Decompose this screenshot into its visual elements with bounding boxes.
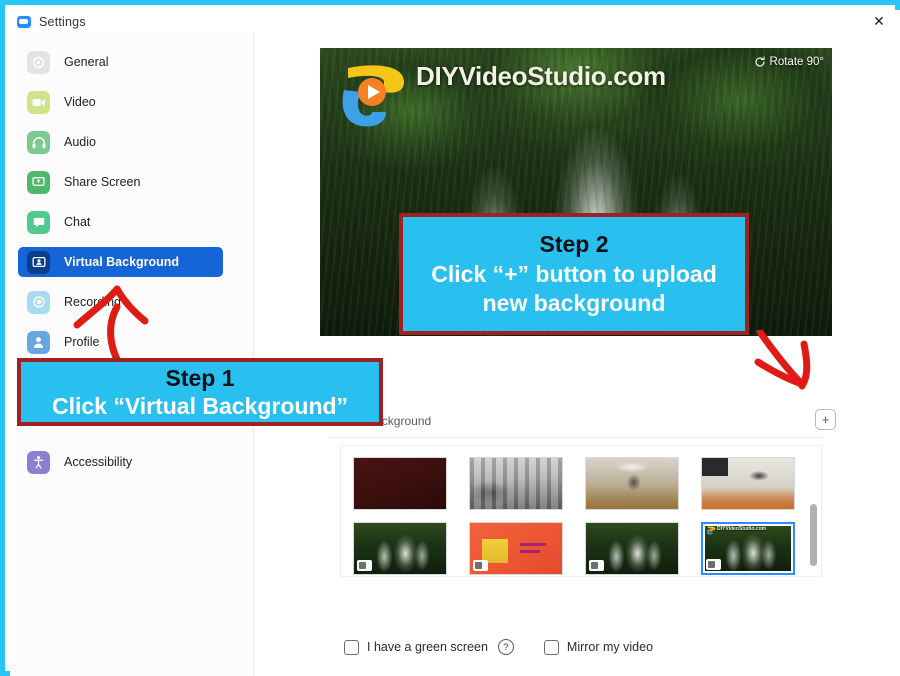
sidebar-item-chat[interactable]: Chat bbox=[18, 207, 223, 237]
sidebar-item-profile[interactable]: Profile bbox=[18, 327, 223, 357]
green-screen-checkbox[interactable] bbox=[344, 639, 359, 655]
thumbnail-scrollbar[interactable] bbox=[810, 452, 817, 570]
rotate-90-button[interactable]: Rotate 90° bbox=[754, 56, 824, 68]
background-thumbnail-hall[interactable] bbox=[585, 457, 679, 510]
sidebar-item-label: Chat bbox=[64, 215, 91, 229]
background-thumbnail-orange-sign[interactable] bbox=[469, 522, 563, 575]
green-screen-option[interactable]: I have a green screen ? bbox=[344, 639, 514, 655]
background-thumbnail-waterfall-2[interactable] bbox=[585, 522, 679, 575]
mirror-video-option[interactable]: Mirror my video bbox=[543, 639, 654, 655]
rotate-icon bbox=[755, 56, 765, 67]
diy-video-studio-logo-icon bbox=[342, 65, 404, 127]
callout-step-1-text: Click “Virtual Background” bbox=[51, 392, 349, 419]
sidebar-item-share-screen[interactable]: Share Screen bbox=[18, 167, 223, 197]
video-badge-icon bbox=[357, 560, 372, 571]
background-thumbnail-office[interactable] bbox=[469, 457, 563, 510]
preview-watermark: DIYVideoStudio.com bbox=[416, 61, 666, 91]
background-thumbnail-panel: DIYVideoStudio.com bbox=[340, 445, 822, 577]
sidebar-item-general[interactable]: General bbox=[18, 47, 223, 77]
video-badge-icon bbox=[473, 560, 488, 571]
sidebar-item-label: Share Screen bbox=[64, 175, 141, 189]
sidebar-item-audio[interactable]: Audio bbox=[18, 127, 223, 157]
background-thumbnail-none[interactable] bbox=[353, 457, 447, 510]
background-thumbnail-lounge[interactable] bbox=[701, 457, 795, 510]
sidebar-item-label: Virtual Background bbox=[64, 255, 180, 269]
callout-step-2-text-line-2: new background bbox=[482, 289, 666, 316]
sidebar-item-video[interactable]: Video bbox=[18, 87, 223, 117]
sidebar-item-label: Accessibility bbox=[64, 455, 133, 469]
thumbnail-image bbox=[586, 458, 678, 509]
content-area: General Video Audio Share Screen Chat Vi… bbox=[10, 33, 900, 676]
sidebar-item-accessibility[interactable]: Accessibility bbox=[18, 447, 223, 477]
title-bar: Settings ✕ bbox=[10, 10, 900, 33]
callout-step-1: Step 1 Click “Virtual Background” bbox=[17, 358, 383, 426]
window-title: Settings bbox=[39, 14, 86, 29]
sidebar-item-virtual-background[interactable]: Virtual Background bbox=[18, 247, 223, 277]
accessibility-icon bbox=[27, 450, 50, 474]
plus-icon[interactable]: + bbox=[815, 409, 836, 430]
video-camera-icon bbox=[27, 90, 50, 114]
sidebar-item-label: Profile bbox=[64, 335, 100, 349]
record-icon bbox=[27, 290, 50, 314]
video-badge-icon bbox=[706, 559, 721, 570]
scrollbar-thumb[interactable] bbox=[810, 504, 817, 566]
green-screen-label: I have a green screen bbox=[367, 640, 488, 654]
settings-sidebar: General Video Audio Share Screen Chat Vi… bbox=[10, 33, 254, 676]
mirror-video-checkbox[interactable] bbox=[543, 639, 559, 655]
thumbnail-image bbox=[354, 458, 446, 509]
background-thumbnail-waterfall-1[interactable] bbox=[353, 522, 447, 575]
diy-video-studio-logo-icon bbox=[707, 526, 716, 535]
sidebar-item-label: Video bbox=[64, 95, 96, 109]
close-icon[interactable]: ✕ bbox=[862, 10, 896, 33]
gear-icon bbox=[27, 50, 50, 74]
share-screen-icon bbox=[27, 170, 50, 194]
help-icon[interactable]: ? bbox=[497, 639, 514, 655]
chat-bubble-icon bbox=[27, 210, 50, 234]
sidebar-item-label: Audio bbox=[64, 135, 96, 149]
mirror-video-label: Mirror my video bbox=[566, 640, 654, 654]
headphones-icon bbox=[27, 130, 50, 154]
thumbnail-watermark: DIYVideoStudio.com bbox=[717, 526, 767, 532]
sidebar-item-recording[interactable]: Recording bbox=[18, 287, 223, 317]
video-badge-icon bbox=[589, 560, 604, 571]
callout-step-2-text-line-1: Click “+” button to upload bbox=[431, 261, 717, 288]
virtual-background-section-row: Virtual Background + bbox=[330, 409, 836, 438]
settings-window: Settings ✕ General Video Audio Share Scr… bbox=[0, 0, 900, 676]
virtual-background-pane: DIYVideoStudio.com Rotate 90° Virtual Ba… bbox=[254, 33, 900, 676]
rotate-90-label: Rotate 90° bbox=[769, 56, 824, 68]
thumbnail-image bbox=[470, 458, 562, 509]
virtual-background-icon bbox=[27, 250, 50, 274]
sidebar-item-label: General bbox=[64, 55, 109, 69]
thumbnail-image bbox=[702, 458, 794, 509]
sidebar-item-label: Recording bbox=[64, 295, 121, 309]
callout-step-1-title: Step 1 bbox=[165, 364, 235, 391]
zoom-logo-icon bbox=[17, 15, 31, 28]
callout-step-2-title: Step 2 bbox=[539, 231, 609, 258]
background-thumbnail-grid: DIYVideoStudio.com bbox=[353, 457, 795, 575]
profile-person-icon bbox=[27, 330, 50, 354]
callout-step-2: Step 2 Click “+” button to upload new ba… bbox=[399, 213, 749, 335]
bottom-options-row: I have a green screen ? Mirror my video bbox=[344, 639, 653, 655]
background-thumbnail-waterfall-diy[interactable]: DIYVideoStudio.com bbox=[701, 522, 795, 575]
